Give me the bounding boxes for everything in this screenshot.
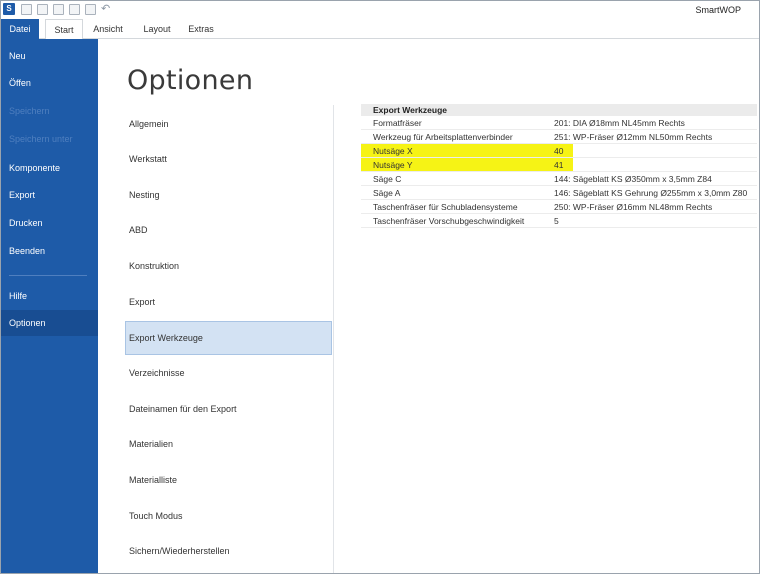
property-value[interactable]: 251: WP-Fräser Ø12mm NL50mm Rechts [551,130,757,143]
save-icon[interactable] [21,4,32,15]
property-value[interactable]: 144: Sägeblatt KS Ø350mm x 3,5mm Z84 [551,172,757,185]
property-grid-header: Export Werkzeuge [361,104,757,116]
tab-datei[interactable]: Datei [1,19,39,39]
category-item[interactable]: Touch Modus [125,499,332,533]
property-row[interactable]: Formatfräser 201: DIA Ø18mm NL45mm Recht… [361,116,757,130]
category-item[interactable]: Sichern/Wiederherstellen [125,534,332,568]
nav-item-oeffnen[interactable]: Öffen [1,70,98,96]
property-row-highlighted[interactable]: Nutsäge X 40 [361,144,757,158]
property-row[interactable]: Werkzeug für Arbeitsplattenverbinder 251… [361,130,757,144]
app-window: S ↶ SmartWOP Datei Start Ansicht Layout … [0,0,760,574]
property-key: Werkzeug für Arbeitsplattenverbinder [373,132,513,142]
property-row[interactable]: Taschenfräser für Schubladensysteme 250:… [361,200,757,214]
options-category-list: Allgemein Werkstatt Nesting ABD Konstruk… [125,105,333,573]
category-item-selected[interactable]: Export Werkzeuge [125,321,332,355]
property-key: Taschenfräser für Schubladensysteme [373,202,518,212]
category-item[interactable]: ABD [125,213,332,247]
new-icon[interactable] [53,4,64,15]
nav-item-speichern-unter: Speichern unter [9,134,73,144]
property-key: Säge A [373,188,401,198]
property-key: Taschenfräser Vorschubgeschwindigkeit [373,216,525,226]
property-value[interactable]: 201: DIA Ø18mm NL45mm Rechts [551,116,757,129]
property-value[interactable]: 146: Sägeblatt KS Gehrung Ø255mm x 3,0mm… [551,186,757,199]
property-key: Formatfräser [373,118,422,128]
property-key: Nutsäge Y [361,158,551,171]
undo-icon[interactable]: ↶ [101,4,112,15]
nav-item-neu[interactable]: Neu [1,43,98,69]
backstage-nav: Neu Öffen Speichern Speichern unter Komp… [1,39,98,573]
tab-start[interactable]: Start [45,19,83,40]
nav-item-hilfe[interactable]: Hilfe [1,283,98,309]
property-row[interactable]: Säge C 144: Sägeblatt KS Ø350mm x 3,5mm … [361,172,757,186]
quick-access-toolbar: S ↶ SmartWOP [1,1,759,19]
page-title: Optionen [127,65,254,96]
tab-extras[interactable]: Extras [183,19,219,39]
property-row[interactable]: Säge A 146: Sägeblatt KS Gehrung Ø255mm … [361,186,757,200]
property-grid: Export Werkzeuge Formatfräser 201: DIA Ø… [361,104,757,228]
save-as-icon[interactable] [37,4,48,15]
ribbon-tabs: Datei Start Ansicht Layout Extras [1,19,759,40]
category-item[interactable]: Export [125,285,332,319]
property-value[interactable]: 40 [551,144,573,157]
category-item[interactable]: Dateinamen für den Export [125,392,332,426]
app-title: SmartWOP [695,5,741,15]
print-icon[interactable] [85,4,96,15]
save-all-icon[interactable] [69,4,80,15]
category-item[interactable]: Materialien [125,427,332,461]
tab-layout[interactable]: Layout [137,19,177,39]
property-key: Säge C [373,174,402,184]
nav-item-komponente[interactable]: Komponente [1,155,98,181]
property-value[interactable]: 41 [551,158,573,171]
nav-item-speichern: Speichern [9,106,50,116]
nav-item-export[interactable]: Export [1,182,98,208]
property-value[interactable]: 5 [551,214,757,227]
nav-item-optionen[interactable]: Optionen [1,310,98,336]
app-icon: S [3,3,15,15]
property-key: Nutsäge X [361,144,551,157]
category-item[interactable]: Materialliste [125,463,332,497]
tab-ansicht[interactable]: Ansicht [87,19,129,39]
category-item[interactable]: Allgemein [125,107,332,141]
category-item[interactable]: Verzeichnisse [125,356,332,390]
nav-item-beenden[interactable]: Beenden [1,238,98,264]
category-item[interactable]: Nesting [125,178,332,212]
property-row[interactable]: Taschenfräser Vorschubgeschwindigkeit 5 [361,214,757,228]
nav-divider [9,275,87,276]
property-row-highlighted[interactable]: Nutsäge Y 41 [361,158,757,172]
property-value[interactable]: 250: WP-Fräser Ø16mm NL48mm Rechts [551,200,757,213]
category-item[interactable]: Konstruktion [125,249,332,283]
category-item[interactable]: Werkstatt [125,142,332,176]
nav-item-drucken[interactable]: Drucken [1,210,98,236]
panel-divider [333,105,334,573]
